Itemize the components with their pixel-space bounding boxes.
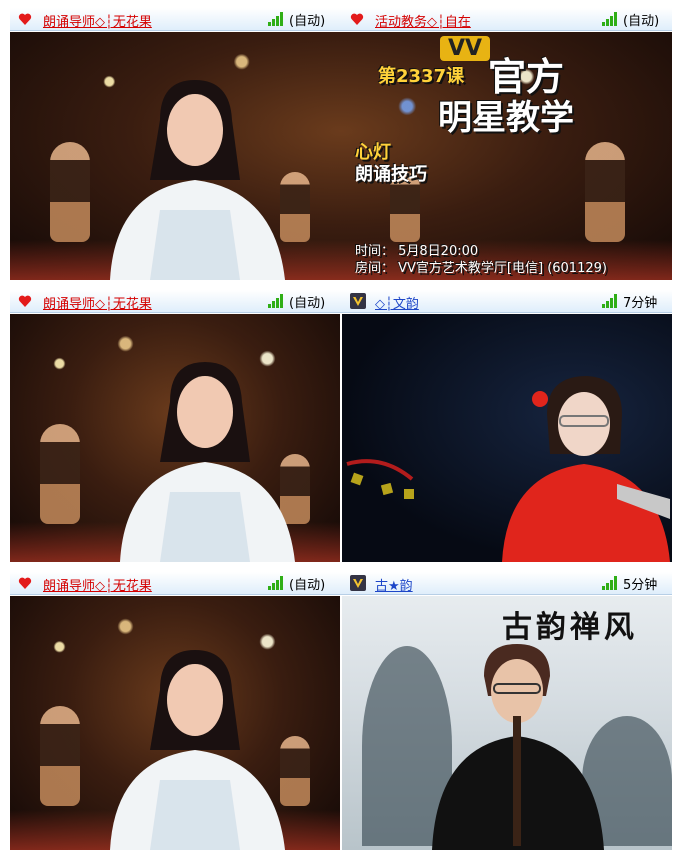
host-name-link[interactable]: 朗诵导师◇┆无花果 [43, 575, 152, 594]
signal-strength-icon [268, 12, 283, 26]
banner-vv-logo: VV [440, 36, 491, 61]
banner-title-line2: 明星教学 [438, 98, 574, 138]
heart-icon [350, 13, 364, 25]
host-video[interactable] [10, 314, 340, 562]
signal-strength-icon [602, 576, 617, 590]
host-name-link[interactable]: 朗诵导师◇┆无花果 [43, 293, 152, 312]
signal-strength-icon [602, 12, 617, 26]
banner-video[interactable]: VV 第2337课 官方 明星教学 心灯 朗诵技巧 时间： 5月8日20:00 … [10, 32, 672, 280]
row1-status-bar: 朗诵导师◇┆无花果 (自动) 活动教务◇┆自在 (自动) [10, 8, 672, 31]
guest-video[interactable]: 古韵禅风 [342, 596, 672, 850]
guest-mic-status: (自动) [623, 14, 660, 29]
dancer-figure [40, 424, 80, 524]
host-mic-status: (自动) [289, 578, 326, 593]
host-video-figure [120, 362, 295, 562]
signal-strength-icon [268, 294, 283, 308]
vip-badge-icon [350, 575, 366, 591]
vip-badge-icon [350, 293, 366, 309]
video-row-2: 朗诵导师◇┆无花果 (自动) ◇┆文韵 7分钟 [10, 290, 672, 562]
guest-online-time: 5分钟 [623, 578, 658, 593]
banner-topic-line2: 朗诵技巧 [355, 164, 427, 185]
host-name-link[interactable]: 朗诵导师◇┆无花果 [43, 11, 152, 30]
dancer-figure [585, 142, 625, 242]
signal-strength-icon [268, 576, 283, 590]
guest-name-link[interactable]: ◇┆文韵 [375, 293, 419, 312]
host-video-figure [110, 80, 285, 280]
host-mic-status: (自动) [289, 296, 326, 311]
guest-online-time: 7分钟 [623, 296, 658, 311]
video-row-3: 朗诵导师◇┆无花果 (自动) 古★韵 5分钟 古韵禅风 [10, 572, 672, 850]
guest-video-figure [432, 644, 604, 850]
host-video[interactable] [10, 596, 340, 850]
guest-video-figure [502, 376, 670, 562]
guest-video[interactable] [342, 314, 672, 562]
heart-icon [18, 13, 32, 25]
guest-name-link[interactable]: 古★韵 [375, 575, 413, 594]
banner-lesson: 第2337课 [378, 66, 465, 87]
decoration-shapes [346, 459, 414, 499]
row2-status-bar: 朗诵导师◇┆无花果 (自动) ◇┆文韵 7分钟 [10, 290, 672, 313]
signal-strength-icon [602, 294, 617, 308]
heart-icon [18, 577, 32, 589]
guest-name-link[interactable]: 活动教务◇┆自在 [375, 11, 471, 30]
banner-room: 房间： VV官方艺术教学厅[电信] (601129) [355, 261, 607, 276]
dancer-figure [50, 142, 90, 242]
host-video-figure [110, 650, 285, 850]
host-mic-status: (自动) [289, 14, 326, 29]
dancer-figure [40, 706, 80, 806]
row3-status-bar: 朗诵导师◇┆无花果 (自动) 古★韵 5分钟 [10, 572, 672, 595]
heart-icon [18, 295, 32, 307]
video-row-1: 朗诵导师◇┆无花果 (自动) 活动教务◇┆自在 (自动) VV 第2337课 官… [10, 8, 672, 280]
